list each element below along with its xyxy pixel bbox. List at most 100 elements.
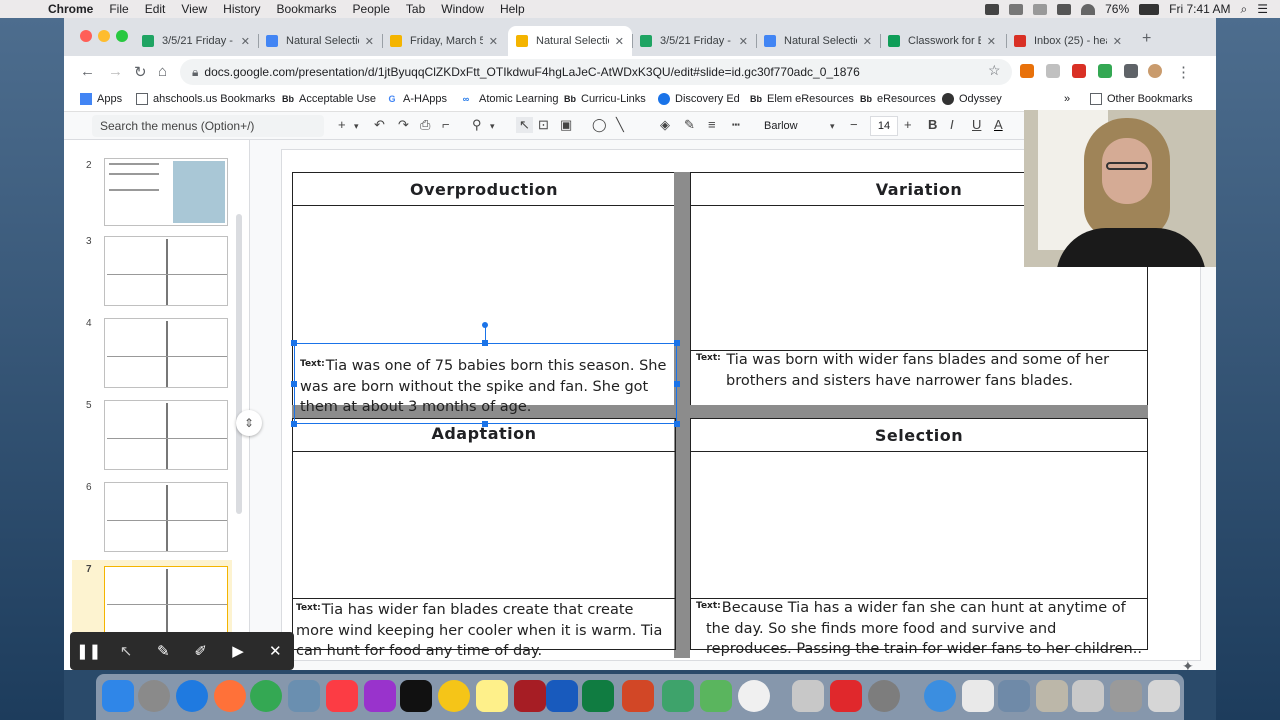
bookmark-discovery-ed[interactable]: Discovery Ed <box>658 93 740 105</box>
forward-icon[interactable]: → <box>108 63 123 80</box>
app-store-icon[interactable] <box>662 680 694 712</box>
photos-icon[interactable] <box>438 680 470 712</box>
undo-icon[interactable]: ↶ <box>374 117 385 133</box>
border-weight-icon[interactable]: ≡ <box>708 117 716 132</box>
image-icon[interactable]: ▣ <box>560 117 572 133</box>
text-box-selection-frame[interactable] <box>294 343 677 424</box>
launchpad-icon[interactable] <box>138 680 170 712</box>
music-icon[interactable] <box>326 680 358 712</box>
notes-icon[interactable] <box>476 680 508 712</box>
podcasts-icon[interactable] <box>364 680 396 712</box>
close-tab-icon[interactable]: ✕ <box>1113 35 1122 48</box>
tab-friday-slides[interactable]: Friday, March 5 ✕ <box>382 26 506 56</box>
acrobat-icon[interactable] <box>830 680 862 712</box>
close-icon[interactable]: ✕ <box>257 642 294 660</box>
fill-color-icon[interactable]: ◈ <box>660 117 670 133</box>
font-size-input[interactable]: 14 <box>870 116 898 136</box>
close-window-button[interactable] <box>80 30 92 42</box>
profile-avatar[interactable] <box>1148 64 1162 78</box>
clock[interactable]: Fri 7:41 AM <box>1169 2 1230 16</box>
extension-icon[interactable] <box>1098 64 1112 78</box>
close-tab-icon[interactable]: ✕ <box>863 35 872 48</box>
resize-handle[interactable] <box>674 340 680 346</box>
selection-text-box[interactable]: Text:Because Tia has a wider fan she can… <box>696 596 1146 660</box>
bookmark-atomic-learning[interactable]: ∞ Atomic Learning <box>458 93 559 105</box>
menu-people[interactable]: People <box>345 2 398 16</box>
menu-view[interactable]: View <box>173 2 215 16</box>
bookmark-star-icon[interactable]: ☆ <box>988 62 1001 79</box>
filmstrip-resize-handle[interactable]: ⇕ <box>236 410 262 436</box>
tab-natural-selection-doc-2[interactable]: Natural Selectio ✕ <box>756 26 880 56</box>
italic-button[interactable]: I <box>950 117 954 132</box>
back-icon[interactable]: ← <box>80 63 95 80</box>
control-center-icon[interactable]: ☰ <box>1257 2 1268 16</box>
explore-icon[interactable]: ✦ <box>1182 658 1194 670</box>
word-icon[interactable] <box>546 680 578 712</box>
extension-icon[interactable] <box>1046 64 1060 78</box>
resize-handle[interactable] <box>674 421 680 427</box>
record-status-icon[interactable] <box>985 3 1000 15</box>
close-tab-icon[interactable]: ✕ <box>987 35 996 48</box>
slide-thumbnail-6[interactable] <box>104 482 228 552</box>
shape-icon[interactable]: ◯ <box>592 117 607 133</box>
utility-icon[interactable] <box>792 680 824 712</box>
finder-icon[interactable] <box>102 680 134 712</box>
menu-app-name[interactable]: Chrome <box>40 2 101 16</box>
variation-text-box[interactable]: Text: Tia was born with wider fans blade… <box>696 348 1146 391</box>
bold-button[interactable]: B <box>928 117 937 132</box>
menu-history[interactable]: History <box>215 2 268 16</box>
new-tab-button[interactable]: + <box>1142 30 1151 48</box>
pause-icon[interactable]: ❚❚ <box>70 642 107 660</box>
chrome-menu-icon[interactable]: ⋮ <box>1176 63 1191 81</box>
news-icon[interactable] <box>738 680 770 712</box>
menu-bookmarks[interactable]: Bookmarks <box>269 2 345 16</box>
close-tab-icon[interactable]: ✕ <box>489 35 498 48</box>
extension-status-icon[interactable] <box>1009 3 1024 15</box>
slide-thumbnail-5[interactable] <box>104 400 228 470</box>
preview-icon[interactable] <box>288 680 320 712</box>
tab-drive-2[interactable]: 3/5/21 Friday - C ✕ <box>632 26 756 56</box>
menu-tab[interactable]: Tab <box>398 2 433 16</box>
overproduction-title[interactable]: Overproduction <box>292 180 676 199</box>
bookmark-apps[interactable]: Apps <box>80 93 122 105</box>
extensions-puzzle-icon[interactable] <box>1124 64 1138 78</box>
screenshot-icon[interactable] <box>998 680 1030 712</box>
display-status-icon[interactable] <box>1057 3 1072 15</box>
bookmark-odyssey[interactable]: Odyssey <box>942 93 1002 105</box>
bookmark-curricu-links[interactable]: Bb Curricu-Links <box>564 93 646 105</box>
bookmark-elem-eresources[interactable]: Bb Elem eResources <box>750 93 854 105</box>
home-icon[interactable]: ⌂ <box>158 63 167 80</box>
menu-search-input[interactable]: Search the menus (Option+/) <box>92 115 324 137</box>
increase-font-size-button[interactable]: + <box>904 117 912 132</box>
chevron-down-icon[interactable]: ▾ <box>354 121 359 132</box>
print-icon[interactable]: ⎙ <box>420 117 430 133</box>
maps-icon[interactable] <box>700 680 732 712</box>
zoom-icon[interactable]: ⚲ <box>472 117 482 133</box>
bookmark-ahschools[interactable]: ahschools.us Bookmarks <box>136 93 275 105</box>
resize-handle[interactable] <box>674 381 680 387</box>
adaptation-text-box[interactable]: Text:Tia has wider fan blades create tha… <box>296 598 672 662</box>
dictionary-icon[interactable] <box>514 680 546 712</box>
bookmark-a-happs[interactable]: G A-HApps <box>386 93 447 105</box>
menu-window[interactable]: Window <box>433 2 492 16</box>
lock-icon[interactable]: 🔒︎ <box>192 65 198 79</box>
bookmark-eresources[interactable]: Bb eResources <box>860 93 936 105</box>
tab-natural-selection-slides-active[interactable]: Natural Selectio ✕ <box>508 26 632 56</box>
document-icon[interactable] <box>962 680 994 712</box>
trash-icon[interactable] <box>1148 680 1180 712</box>
firefox-icon[interactable] <box>214 680 246 712</box>
tab-natural-selection-doc-1[interactable]: Natural Selectio ✕ <box>258 26 382 56</box>
selection-title[interactable]: Selection <box>690 426 1148 445</box>
pen-icon[interactable]: ✎ <box>145 642 182 660</box>
resize-handle[interactable] <box>291 340 297 346</box>
line-icon[interactable]: ╲ <box>616 117 624 133</box>
camera-icon[interactable]: ▶ <box>219 642 256 660</box>
webcam-overlay[interactable] <box>1024 110 1216 267</box>
excel-icon[interactable] <box>582 680 614 712</box>
paint-format-icon[interactable]: ⌐ <box>442 117 450 132</box>
menu-edit[interactable]: Edit <box>137 2 174 16</box>
slide-thumbnail-7[interactable] <box>104 566 228 636</box>
resize-handle[interactable] <box>291 381 297 387</box>
image-thumbnail-icon[interactable] <box>1036 680 1068 712</box>
resize-handle[interactable] <box>291 421 297 427</box>
